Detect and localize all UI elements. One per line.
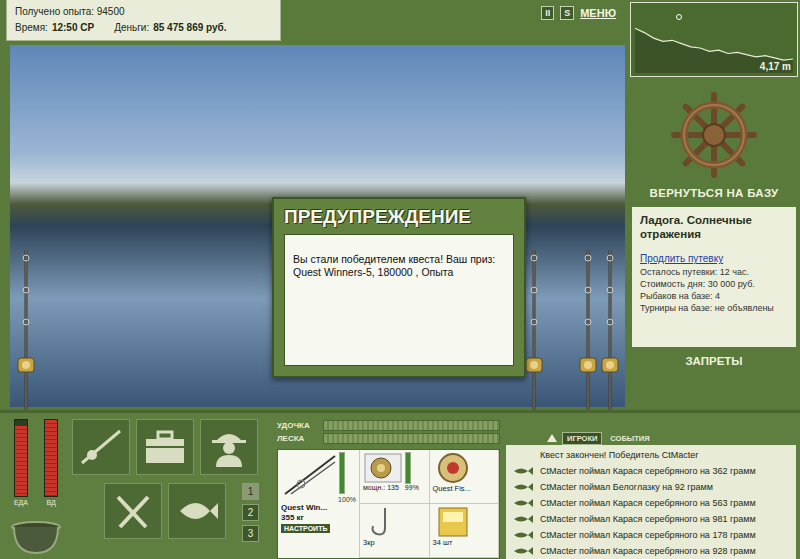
top-control-button[interactable]: S bbox=[560, 6, 574, 20]
game-screen: Получено опыта: 94500 Время: 12:50 СР Де… bbox=[0, 0, 800, 559]
base-info: Ладога. Солнечные отражения Продлить пут… bbox=[632, 207, 796, 347]
gauge-label: ЕДА bbox=[14, 499, 28, 506]
info-line: Стоимость дня: 30 000 руб. bbox=[640, 278, 788, 290]
food-button[interactable] bbox=[104, 483, 162, 539]
location-title: Ладога. Солнечные отражения bbox=[640, 213, 788, 241]
scene-photo: ПРЕДУПРЕЖДЕНИЕ Вы стали победителем квес… bbox=[10, 45, 625, 407]
fish-icon bbox=[512, 466, 534, 476]
bait-count: 34 шт bbox=[433, 538, 453, 547]
event-message: CtMacter поймал Карася серебряного на 17… bbox=[506, 527, 796, 543]
fish-icon bbox=[174, 491, 220, 531]
equipment-panel: УДОЧКА ЛЕСКА 100% Quest Win... 355 кг НА… bbox=[275, 413, 500, 559]
line-tension-bar bbox=[323, 433, 500, 444]
event-message: CtMacter поймал Белоглазку на 92 грамм bbox=[506, 479, 796, 495]
reel-slot[interactable]: мощн.: 135 99% bbox=[360, 450, 430, 504]
experience: Получено опыта: 94500 bbox=[15, 4, 272, 20]
fish-icon bbox=[512, 530, 534, 540]
rod-icon[interactable] bbox=[14, 250, 38, 410]
reel-power: мощн.: 135 bbox=[363, 484, 399, 491]
event-message: CtMacter поймал Карася серебряного на 36… bbox=[506, 463, 796, 479]
event-message: CtMacter поймал Карася серебряного на 98… bbox=[506, 511, 796, 527]
line-tension-label: ЛЕСКА bbox=[277, 434, 317, 443]
tackle-box-icon bbox=[142, 427, 188, 467]
rod-tension-label: УДОЧКА bbox=[277, 421, 317, 430]
rod-icon bbox=[281, 452, 337, 496]
fish-icon bbox=[512, 482, 534, 492]
gauge-label: ВД bbox=[46, 499, 55, 506]
depth-reading: 4,17 m bbox=[760, 61, 791, 72]
rod-slot-button[interactable]: 1 bbox=[242, 483, 259, 500]
bans-button[interactable]: ЗАПРЕТЫ bbox=[685, 355, 742, 367]
header-bar: Получено опыта: 94500 Время: 12:50 СР Де… bbox=[0, 0, 628, 45]
dialog-message: Вы стали победителем квеста! Ваш приз: Q… bbox=[284, 234, 514, 366]
event-message: CtMacter поймал Карася серебряного на 92… bbox=[506, 543, 796, 559]
player-stats: Получено опыта: 94500 Время: 12:50 СР Де… bbox=[6, 0, 281, 41]
rod-slot-button[interactable]: 3 bbox=[242, 525, 259, 542]
top-control-button[interactable]: II bbox=[541, 6, 554, 20]
bait-box-icon bbox=[433, 506, 473, 538]
actions-panel: ЕДА ВД 1 2 3 bbox=[0, 413, 275, 559]
fish-icon bbox=[512, 498, 534, 508]
tune-button[interactable]: НАСТРОИТЬ bbox=[281, 524, 330, 533]
boat-marker-icon bbox=[677, 15, 682, 20]
rod-tension-bar bbox=[323, 420, 500, 431]
fisherman-icon bbox=[206, 427, 252, 467]
fish-icon bbox=[512, 546, 534, 556]
bait-slot[interactable]: 34 шт bbox=[430, 504, 500, 558]
fish-cage-button[interactable] bbox=[168, 483, 226, 539]
event-message: CtMacter поймал Карася серебряного на 56… bbox=[506, 495, 796, 511]
time-value: 12:50 СР bbox=[52, 20, 94, 36]
rod-condition: 100% bbox=[281, 496, 356, 503]
money-value: 85 475 869 руб. bbox=[153, 20, 226, 36]
fisherman-button[interactable] bbox=[200, 419, 258, 475]
rods-button[interactable] bbox=[72, 419, 130, 475]
events-panel: ИГРОКИ СОБЫТИЯ Квест закончен! Победитель… bbox=[500, 413, 800, 559]
events-tab[interactable]: ИГРОКИ bbox=[562, 432, 602, 445]
line-spool-icon bbox=[433, 452, 473, 484]
gauge: ЕДА bbox=[14, 419, 28, 506]
collapse-icon[interactable] bbox=[546, 433, 558, 443]
hook-name: 3кр bbox=[363, 538, 375, 547]
fork-knife-icon bbox=[110, 491, 156, 531]
depth-map: 4,17 m bbox=[630, 2, 798, 77]
events-tab[interactable]: СОБЫТИЯ bbox=[606, 433, 653, 444]
hook-slot[interactable]: 3кр bbox=[360, 504, 430, 558]
rod-weight: 355 кг bbox=[281, 513, 356, 523]
rod-name: Quest Win... bbox=[281, 503, 356, 513]
top-control-button[interactable]: МЕНЮ bbox=[580, 7, 616, 19]
base-panel: ВЕРНУТЬСЯ НА БАЗУ Ладога. Солнечные отра… bbox=[628, 77, 800, 410]
info-line: Турниры на базе: не объявлены bbox=[640, 302, 788, 314]
time-label: Время: bbox=[15, 20, 48, 36]
fish-icon bbox=[512, 514, 534, 524]
event-message: Квест закончен! Победитель CtMacter bbox=[506, 447, 796, 463]
gauge: ВД bbox=[44, 419, 58, 506]
rod-icon bbox=[78, 427, 124, 467]
return-to-base-button[interactable]: ВЕРНУТЬСЯ НА БАЗУ bbox=[650, 187, 779, 199]
line-slot[interactable]: Quest Fis... bbox=[430, 450, 500, 504]
reel-condition: 99% bbox=[405, 484, 419, 491]
rod-icon[interactable] bbox=[598, 250, 622, 410]
cauldron-icon[interactable] bbox=[8, 517, 64, 555]
extend-permit-link[interactable]: Продлить путевку bbox=[640, 253, 788, 264]
info-line: Рыбаков на базе: 4 bbox=[640, 290, 788, 302]
info-line: Осталось путевки: 12 час. bbox=[640, 266, 788, 278]
dialog-title: ПРЕДУПРЕЖДЕНИЕ bbox=[284, 199, 514, 234]
warning-dialog: ПРЕДУПРЕЖДЕНИЕ Вы стали победителем квес… bbox=[272, 197, 526, 378]
hook-icon bbox=[363, 506, 403, 538]
rod-slot-button[interactable]: 2 bbox=[242, 504, 259, 521]
line-name: Quest Fis... bbox=[433, 484, 471, 493]
reel-icon bbox=[363, 452, 403, 484]
tackle-box-button[interactable] bbox=[136, 419, 194, 475]
rod-icon[interactable] bbox=[576, 250, 600, 410]
rod-slot[interactable]: 100% Quest Win... 355 кг НАСТРОИТЬ bbox=[278, 450, 360, 558]
ship-wheel-icon[interactable] bbox=[668, 89, 760, 181]
money-label: Деньги: bbox=[114, 20, 149, 36]
